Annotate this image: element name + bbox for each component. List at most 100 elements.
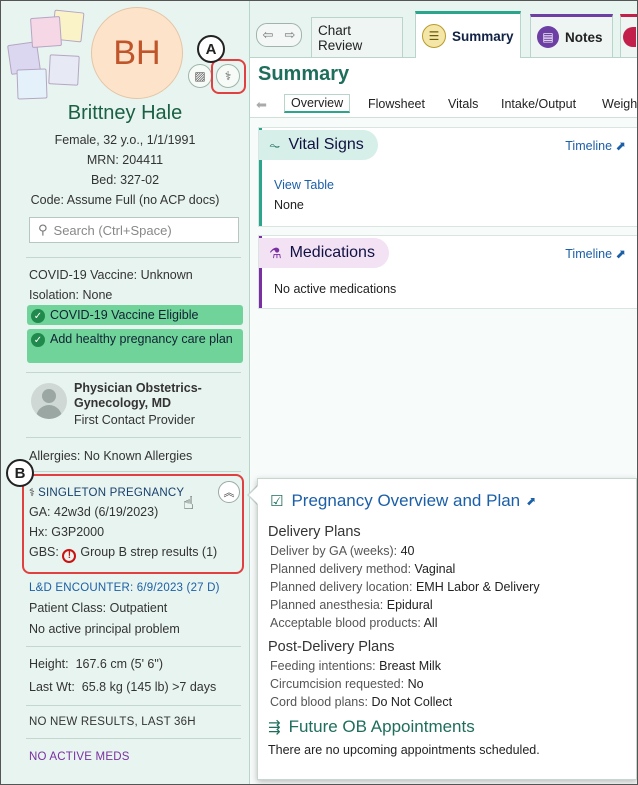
- history-nav[interactable]: ⇦ ⇨: [256, 23, 302, 47]
- meds-section-header[interactable]: NO ACTIVE MEDS: [29, 751, 130, 763]
- clipboard-icon: ☰: [422, 24, 446, 48]
- divider: [26, 738, 241, 739]
- photo-tile: [48, 54, 80, 86]
- code-status[interactable]: Code: Assume Full (no ACP docs): [1, 193, 249, 207]
- popup-pointer-fill: [249, 486, 258, 504]
- meds-value: No active medications: [274, 282, 397, 296]
- card-title: Medications: [289, 244, 375, 261]
- search-input[interactable]: ⚲ Search (Ctrl+Space): [29, 217, 239, 243]
- results-section-header[interactable]: NO NEW RESULTS, LAST 36H: [29, 716, 196, 728]
- popup-title[interactable]: ☑ Pregnancy Overview and Plan ⬈: [270, 491, 536, 511]
- divider: [26, 705, 241, 706]
- view-table-link[interactable]: View Table: [274, 178, 334, 192]
- row-value: All: [423, 616, 438, 630]
- tab-label: Summary: [452, 28, 514, 44]
- vital-signs-card: ⏦ Vital Signs Timeline ⬈ View Table None: [258, 127, 637, 227]
- patient-bed: Bed: 327-02: [90, 173, 160, 187]
- pill-label: COVID-19 Vaccine Eligible: [50, 308, 199, 322]
- row-value: Do Not Collect: [371, 695, 453, 709]
- pregnancy-stethoscope-icon[interactable]: ⚕: [216, 64, 240, 88]
- post-delivery-row: Cord blood plans: Do Not Collect: [270, 695, 452, 709]
- row-value: 40: [400, 544, 415, 558]
- vital-signs-header[interactable]: ⏦ Vital Signs: [259, 130, 378, 160]
- timeline-label: Timeline: [565, 247, 613, 261]
- isolation-status[interactable]: Isolation: None: [29, 288, 112, 302]
- meds-timeline-link[interactable]: Timeline ⬈: [565, 246, 626, 261]
- tab-overflow[interactable]: [620, 14, 637, 57]
- row-label: Cord blood plans:: [270, 695, 368, 709]
- subtab-weight[interactable]: Weigh: [602, 97, 637, 111]
- row-value: Vaginal: [414, 562, 456, 576]
- app-window: BH ▨ ⚕ A Brittney Hale Female, 32 y.o., …: [0, 0, 638, 785]
- height: Height: 167.6 cm (5' 6"): [29, 657, 163, 671]
- patient-photo-collage[interactable]: [7, 7, 87, 100]
- height-label: Height:: [29, 657, 69, 671]
- avatar-initials: BH: [113, 33, 161, 72]
- divider: [26, 372, 241, 373]
- card-title: Vital Signs: [288, 136, 364, 153]
- search-icon: ⚲: [38, 222, 48, 237]
- mortar-pestle-icon: ⚗: [269, 244, 282, 261]
- media-icon[interactable]: ▨: [188, 64, 212, 88]
- tab-chart-review[interactable]: Chart Review: [311, 17, 403, 57]
- appointments-heading-label: Future OB Appointments: [288, 717, 475, 736]
- divider: [26, 437, 241, 438]
- medications-card: ⚗ Medications Timeline ⬈ No active medic…: [258, 235, 637, 309]
- check-circle-icon: ✓: [31, 333, 45, 347]
- external-link-icon: ⬈: [615, 139, 626, 153]
- pregnancy-section-header[interactable]: ⚕ SINGLETON PREGNANCY: [29, 486, 184, 499]
- covid-vaccine-eligible-pill[interactable]: ✓ COVID-19 Vaccine Eligible: [27, 305, 243, 325]
- subtab-overview[interactable]: Overview: [284, 94, 351, 113]
- chevron-double-up-icon[interactable]: ︽: [218, 481, 240, 503]
- divider: [26, 257, 241, 258]
- back-arrow-icon[interactable]: ⇦: [263, 27, 274, 43]
- tab-notes[interactable]: ▤ Notes: [530, 14, 613, 57]
- vitals-value: None: [274, 198, 304, 212]
- delivery-row: Planned delivery location: EMH Labor & D…: [270, 580, 540, 594]
- storyboard-sidebar: BH ▨ ⚕ A Brittney Hale Female, 32 y.o., …: [1, 1, 250, 784]
- avatar-head: [42, 389, 56, 403]
- subtab-flowsheet[interactable]: Flowsheet: [368, 97, 425, 111]
- tab-summary[interactable]: ☰ Summary: [415, 11, 521, 58]
- row-value: No: [407, 677, 424, 691]
- post-delivery-row: Circumcision requested: No: [270, 677, 424, 691]
- delivery-row: Deliver by GA (weeks): 40: [270, 544, 415, 558]
- allergies[interactable]: Allergies: No Known Allergies: [29, 449, 192, 463]
- patient-demographics: Female, 32 y.o., 1/1/1991: [54, 133, 196, 147]
- back-arrow-icon[interactable]: ⬅: [256, 97, 267, 113]
- gbs-value: Group B strep results (1): [80, 545, 218, 559]
- provider-name[interactable]: Physician Obstetrics-Gynecology, MD: [74, 381, 244, 411]
- last-weight: Last Wt: 65.8 kg (145 lb) >7 days: [29, 680, 216, 694]
- weight-label: Last Wt:: [29, 680, 75, 694]
- forward-arrow-icon[interactable]: ⇨: [285, 27, 296, 43]
- encounter-link[interactable]: L&D ENCOUNTER: 6/9/2023 (27 D): [29, 582, 220, 594]
- check-circle-icon: ✓: [31, 309, 45, 323]
- callout-b-label: B: [14, 464, 26, 482]
- row-label: Acceptable blood products:: [270, 616, 421, 630]
- divider: [26, 646, 241, 647]
- weight-value: 65.8 kg (145 lb) >7 days: [81, 680, 217, 694]
- post-delivery-heading: Post-Delivery Plans: [268, 639, 395, 655]
- pregnancy-overview-popup: ☑ Pregnancy Overview and Plan ⬈ Delivery…: [257, 478, 637, 780]
- principal-problem[interactable]: No active principal problem: [29, 622, 180, 636]
- photo-tile: [29, 15, 63, 49]
- medications-header[interactable]: ⚗ Medications: [259, 238, 389, 268]
- future-appointments-heading[interactable]: ⇶ Future OB Appointments: [268, 717, 475, 737]
- pregnancy-care-plan-pill[interactable]: ✓ Add healthy pregnancy care plan: [27, 329, 243, 363]
- pregnancy-icon: ⚕: [29, 487, 36, 499]
- delivery-row: Acceptable blood products: All: [270, 616, 438, 630]
- subtab-intake-output[interactable]: Intake/Output: [501, 97, 576, 111]
- patient-avatar[interactable]: BH: [91, 7, 183, 99]
- covid-vaccine-status[interactable]: COVID-19 Vaccine: Unknown: [29, 268, 193, 282]
- row-label: Planned anesthesia:: [270, 598, 384, 612]
- provider-role: First Contact Provider: [74, 413, 195, 427]
- patient-name[interactable]: Brittney Hale: [1, 102, 249, 125]
- pulse-icon: ⏦: [269, 136, 281, 153]
- delivery-row: Planned anesthesia: Epidural: [270, 598, 433, 612]
- vitals-timeline-link[interactable]: Timeline ⬈: [565, 138, 626, 153]
- patient-class: Patient Class: Outpatient: [29, 601, 168, 615]
- subtab-vitals[interactable]: Vitals: [448, 97, 478, 111]
- gbs-status[interactable]: GBS: ! Group B strep results (1): [29, 545, 217, 563]
- activity-tabbar: ⇦ ⇨ Chart Review ☰ Summary ▤ Notes: [250, 1, 637, 58]
- provider-avatar[interactable]: [31, 383, 67, 419]
